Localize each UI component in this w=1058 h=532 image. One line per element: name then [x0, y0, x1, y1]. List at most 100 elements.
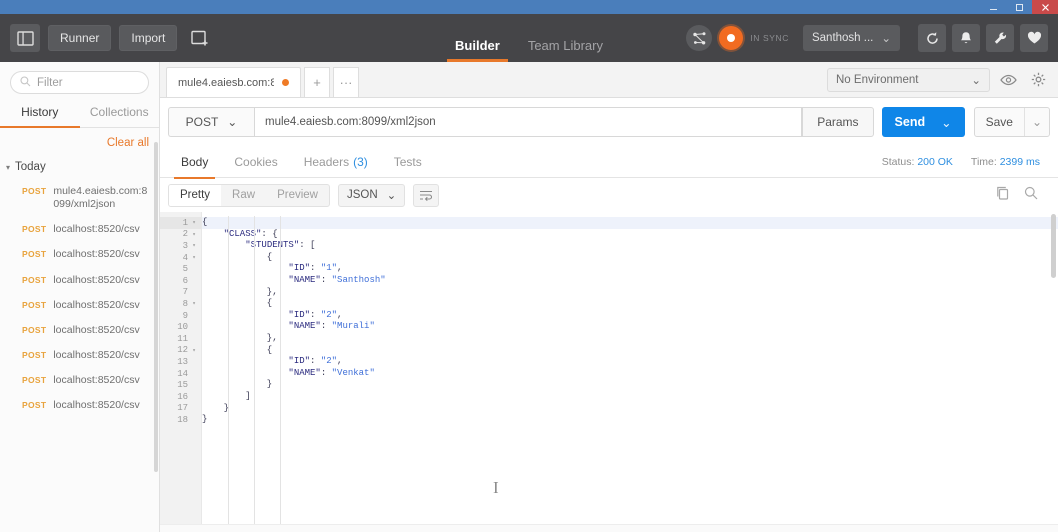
code-line: },	[202, 287, 1058, 299]
sidebar-tab-collections[interactable]: Collections	[80, 101, 160, 127]
filter-placeholder: Filter	[37, 77, 63, 89]
request-tab-active[interactable]: mule4.eaiesb.com:80!	[166, 67, 301, 97]
url-input[interactable]: mule4.eaiesb.com:8099/xml2json	[254, 107, 802, 137]
clear-all-link[interactable]: Clear all	[107, 137, 149, 149]
code-scrollbar[interactable]	[1051, 214, 1056, 278]
wrench-icon[interactable]	[986, 24, 1014, 52]
save-button[interactable]: Save ⌄	[974, 107, 1050, 137]
history-url: localhost:8520/csv	[53, 349, 139, 362]
gear-icon[interactable]	[1026, 68, 1050, 92]
method-badge: POST	[22, 374, 46, 385]
refresh-icon[interactable]	[918, 24, 946, 52]
list-item[interactable]: POSTlocalhost:8520/csv	[0, 242, 159, 267]
method-badge: POST	[22, 324, 46, 335]
tab-team-library[interactable]: Team Library	[514, 38, 617, 62]
search-icon	[20, 76, 31, 90]
list-item[interactable]: POSTlocalhost:8520/csv	[0, 393, 159, 418]
line-number: 4▾	[160, 252, 201, 264]
response-tab-bar: Body Cookies Headers(3) Tests Status: 20…	[160, 146, 1058, 178]
line-number: 14	[160, 368, 201, 380]
view-mode-raw[interactable]: Raw	[221, 185, 266, 206]
fold-arrow-icon[interactable]: ▾	[191, 300, 197, 307]
copy-icon[interactable]	[996, 186, 1010, 205]
time-badge: Time: 2399 ms	[971, 156, 1040, 168]
list-item[interactable]: POSTlocalhost:8520/csv	[0, 368, 159, 393]
new-window-icon[interactable]	[185, 24, 215, 52]
line-number: 1▾	[160, 217, 201, 229]
http-method-label: POST	[186, 115, 219, 129]
main-area: Filter History Collections Clear all ▾ T…	[0, 62, 1058, 532]
code-line: {	[202, 345, 1058, 357]
close-button[interactable]	[1032, 0, 1058, 14]
maximize-button[interactable]	[1006, 0, 1032, 14]
list-item[interactable]: POSTlocalhost:8520/csv	[0, 217, 159, 242]
add-tab-button[interactable]: +	[304, 67, 330, 97]
history-group-today[interactable]: ▾ Today	[0, 155, 159, 179]
search-input[interactable]: Filter	[10, 71, 149, 94]
runner-button[interactable]: Runner	[48, 25, 111, 51]
response-body-viewer[interactable]: 1▾2▾3▾4▾5678▾9101112▾131415161718 { "CLA…	[160, 212, 1058, 532]
unsaved-indicator-icon	[282, 79, 289, 86]
line-number: 15	[160, 379, 201, 391]
environment-dropdown[interactable]: No Environment ⌄	[827, 68, 990, 92]
save-label: Save	[975, 115, 1024, 129]
list-item[interactable]: POSTlocalhost:8520/csv	[0, 268, 159, 293]
sync-status-icon[interactable]	[719, 26, 743, 50]
list-item[interactable]: POST localhost:8520/csv	[0, 318, 159, 343]
view-mode-preview[interactable]: Preview	[266, 185, 329, 206]
sync-status-label: IN SYNC	[750, 33, 789, 43]
fold-arrow-icon[interactable]: ▾	[191, 242, 197, 249]
fold-arrow-icon[interactable]: ▾	[191, 254, 197, 261]
line-number: 5	[160, 263, 201, 275]
search-icon[interactable]	[1024, 186, 1038, 205]
fold-arrow-icon[interactable]: ▾	[191, 231, 197, 238]
eye-icon[interactable]	[996, 68, 1020, 92]
tab-builder[interactable]: Builder	[441, 38, 514, 62]
postman-window: Runner Import Builder Team Library IN SY…	[0, 0, 1058, 532]
response-tab-label: Headers	[304, 155, 349, 169]
response-tab-cookies[interactable]: Cookies	[221, 146, 290, 178]
code-line: }	[202, 379, 1058, 391]
code-line: },	[202, 333, 1058, 345]
response-tab-tests[interactable]: Tests	[381, 146, 435, 178]
line-number: 10	[160, 321, 201, 333]
list-item[interactable]: POST localhost:8520/csv	[0, 343, 159, 368]
response-tab-headers[interactable]: Headers(3)	[291, 146, 381, 178]
more-tabs-button[interactable]: ···	[333, 67, 359, 97]
chevron-down-icon[interactable]: ⌄	[1024, 108, 1049, 136]
code-line: {	[202, 217, 1058, 229]
minimize-button[interactable]	[980, 0, 1006, 14]
text-cursor: I	[493, 478, 499, 498]
user-account-dropdown[interactable]: Santhosh ... ⌄	[803, 25, 900, 51]
window-titlebar	[0, 0, 1058, 14]
word-wrap-icon[interactable]	[413, 184, 439, 207]
bell-icon[interactable]	[952, 24, 980, 52]
share-nodes-icon[interactable]	[686, 25, 712, 51]
history-url: localhost:8520/csv	[53, 324, 139, 337]
sidebar-tab-history[interactable]: History	[0, 101, 80, 127]
response-actions	[996, 186, 1050, 205]
method-badge: POST	[22, 349, 46, 360]
format-label: JSON	[347, 189, 378, 201]
sidebar-scrollbar[interactable]	[154, 142, 158, 472]
list-item[interactable]: POSTlocalhost:8520/csv	[0, 293, 159, 318]
heart-icon[interactable]	[1020, 24, 1048, 52]
line-number: 12▾	[160, 345, 201, 357]
response-tab-body[interactable]: Body	[168, 146, 221, 178]
list-item[interactable]: POSTmule4.eaiesb.com:8099/xml2json	[0, 179, 159, 217]
send-button[interactable]: Send ⌄	[882, 107, 965, 137]
history-url: localhost:8520/csv	[53, 274, 139, 287]
fold-arrow-icon[interactable]: ▾	[191, 347, 197, 354]
line-number: 2▾	[160, 229, 201, 241]
view-mode-pretty[interactable]: Pretty	[169, 185, 221, 206]
import-button[interactable]: Import	[119, 25, 177, 51]
sidebar-toggle-icon[interactable]	[10, 24, 40, 52]
history-list[interactable]: POSTmule4.eaiesb.com:8099/xml2json POST l…	[0, 179, 159, 532]
http-method-dropdown[interactable]: POST ⌄	[168, 107, 254, 137]
history-group-label: Today	[15, 161, 46, 173]
fold-arrow-icon[interactable]: ▾	[191, 219, 197, 226]
response-body-code[interactable]: { "CLASS": { "STUDENTS": [ { "ID": "1", …	[202, 212, 1058, 532]
format-dropdown[interactable]: JSON ⌄	[338, 184, 405, 207]
method-badge: POST	[22, 223, 46, 234]
params-button[interactable]: Params	[802, 107, 873, 137]
